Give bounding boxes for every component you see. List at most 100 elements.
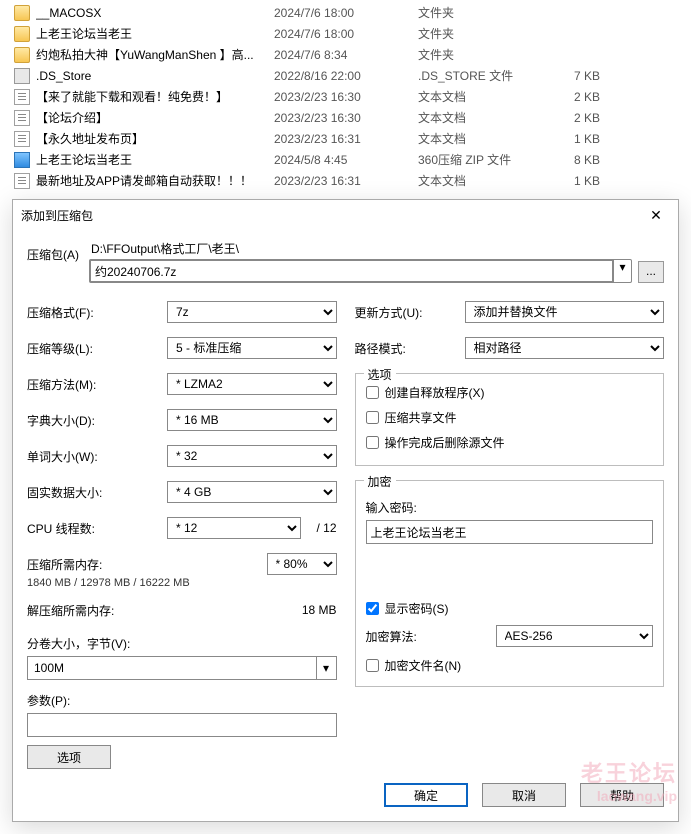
archive-dialog: 添加到压缩包 ✕ 压缩包(A) D:\FFOutput\格式工厂\老王\ ▾ .… <box>12 199 679 822</box>
file-row[interactable]: .DS_Store2022/8/16 22:00.DS_STORE 文件7 KB <box>0 65 691 86</box>
pathmode-select[interactable]: 相对路径 <box>465 337 665 359</box>
file-date: 2022/8/16 22:00 <box>274 69 418 83</box>
volume-label: 分卷大小，字节(V): <box>27 635 337 652</box>
file-type: 文件夹 <box>418 46 574 63</box>
file-date: 2023/2/23 16:31 <box>274 174 418 188</box>
format-select[interactable]: 7z <box>167 301 337 323</box>
method-label: 压缩方法(M): <box>27 376 167 393</box>
chevron-down-icon[interactable]: ▾ <box>613 260 631 282</box>
file-type: 文本文档 <box>418 172 574 189</box>
file-size: 2 KB <box>574 111 634 125</box>
word-select[interactable]: * 32 <box>167 445 337 467</box>
archive-file-input[interactable] <box>90 260 613 282</box>
file-date: 2024/7/6 18:00 <box>274 6 418 20</box>
solid-select[interactable]: * 4 GB <box>167 481 337 503</box>
file-date: 2024/5/8 4:45 <box>274 153 418 167</box>
params-label: 参数(P): <box>27 692 337 709</box>
chevron-down-icon[interactable]: ▾ <box>316 657 336 679</box>
txt-icon <box>14 173 30 189</box>
file-size: 8 KB <box>574 153 634 167</box>
shared-checkbox[interactable]: 压缩共享文件 <box>366 409 654 426</box>
word-label: 单词大小(W): <box>27 448 167 465</box>
archive-path: D:\FFOutput\格式工厂\老王\ <box>89 240 632 259</box>
volume-input[interactable] <box>28 657 316 679</box>
password-label: 输入密码: <box>366 499 654 516</box>
sfx-checkbox[interactable]: 创建自释放程序(X) <box>366 384 654 401</box>
cancel-button[interactable]: 取消 <box>482 783 566 807</box>
dialog-title: 添加到压缩包 <box>21 207 93 224</box>
file-date: 2024/7/6 8:34 <box>274 48 418 62</box>
file-name: 【论坛介绍】 <box>36 109 274 126</box>
txt-icon <box>14 110 30 126</box>
folder-icon <box>14 47 30 63</box>
mem-pct-select[interactable]: * 80% <box>267 553 337 575</box>
show-password-checkbox[interactable]: 显示密码(S) <box>366 600 654 617</box>
dict-select[interactable]: * 16 MB <box>167 409 337 431</box>
file-type: .DS_STORE 文件 <box>418 67 574 84</box>
level-label: 压缩等级(L): <box>27 340 167 357</box>
file-row[interactable]: 【永久地址发布页】2023/2/23 16:31文本文档1 KB <box>0 128 691 149</box>
file-size: 7 KB <box>574 69 634 83</box>
pathmode-label: 路径模式: <box>355 340 465 357</box>
solid-label: 固实数据大小: <box>27 484 167 501</box>
file-name: .DS_Store <box>36 69 274 83</box>
file-type: 360压缩 ZIP 文件 <box>418 151 574 168</box>
file-row[interactable]: 【来了就能下载和观看！纯免费！】2023/2/23 16:30文本文档2 KB <box>0 86 691 107</box>
file-row[interactable]: __MACOSX2024/7/6 18:00文件夹 <box>0 2 691 23</box>
file-size: 2 KB <box>574 90 634 104</box>
file-name: 【来了就能下载和观看！纯免费！】 <box>36 88 274 105</box>
ok-button[interactable]: 确定 <box>384 783 468 807</box>
delete-after-checkbox[interactable]: 操作完成后删除源文件 <box>366 434 654 451</box>
titlebar: 添加到压缩包 ✕ <box>13 200 678 230</box>
file-row[interactable]: 上老王论坛当老王2024/7/6 18:00文件夹 <box>0 23 691 44</box>
level-select[interactable]: 5 - 标准压缩 <box>167 337 337 359</box>
file-date: 2023/2/23 16:31 <box>274 132 418 146</box>
archive-label: 压缩包(A) <box>27 240 79 263</box>
options-group: 选项 创建自释放程序(X) 压缩共享文件 操作完成后删除源文件 <box>355 373 665 466</box>
file-row[interactable]: 最新地址及APP请发邮箱自动获取！！！2023/2/23 16:31文本文档1 … <box>0 170 691 191</box>
file-type: 文本文档 <box>418 109 574 126</box>
encrypt-names-checkbox[interactable]: 加密文件名(N) <box>366 657 654 674</box>
update-label: 更新方式(U): <box>355 304 465 321</box>
file-list: __MACOSX2024/7/6 18:00文件夹上老王论坛当老王2024/7/… <box>0 0 691 199</box>
file-name: 上老王论坛当老王 <box>36 25 274 42</box>
threads-label: CPU 线程数: <box>27 520 167 537</box>
password-input[interactable] <box>366 520 654 544</box>
file-type: 文件夹 <box>418 25 574 42</box>
file-type: 文本文档 <box>418 88 574 105</box>
method-select[interactable]: * LZMA2 <box>167 373 337 395</box>
folder-icon <box>14 5 30 21</box>
file-type: 文件夹 <box>418 4 574 21</box>
file-size: 1 KB <box>574 174 634 188</box>
txt-icon <box>14 89 30 105</box>
file-row[interactable]: 约炮私拍大神【YuWangManShen 】高...2024/7/6 8:34文… <box>0 44 691 65</box>
algo-select[interactable]: AES-256 <box>496 625 654 647</box>
txt-icon <box>14 131 30 147</box>
zip-icon <box>14 152 30 168</box>
update-select[interactable]: 添加并替换文件 <box>465 301 665 323</box>
help-button[interactable]: 帮助 <box>580 783 664 807</box>
file-type: 文本文档 <box>418 130 574 147</box>
algo-label: 加密算法: <box>366 628 496 645</box>
encryption-group-title: 加密 <box>364 473 396 490</box>
file-row[interactable]: 【论坛介绍】2023/2/23 16:30文本文档2 KB <box>0 107 691 128</box>
store-icon <box>14 68 30 84</box>
options-group-title: 选项 <box>364 366 396 383</box>
folder-icon <box>14 26 30 42</box>
dict-label: 字典大小(D): <box>27 412 167 429</box>
browse-button[interactable]: ... <box>638 261 664 283</box>
threads-select[interactable]: * 12 <box>167 517 301 539</box>
file-name: 最新地址及APP请发邮箱自动获取！！！ <box>36 172 274 189</box>
params-input[interactable] <box>27 713 337 737</box>
close-icon[interactable]: ✕ <box>634 201 678 229</box>
file-name: 约炮私拍大神【YuWangManShen 】高... <box>36 46 274 63</box>
format-label: 压缩格式(F): <box>27 304 167 321</box>
file-size: 1 KB <box>574 132 634 146</box>
options-button[interactable]: 选项 <box>27 745 111 769</box>
file-name: __MACOSX <box>36 6 274 20</box>
mem-d-value: 18 MB <box>277 603 337 617</box>
file-name: 上老王论坛当老王 <box>36 151 274 168</box>
file-date: 2023/2/23 16:30 <box>274 111 418 125</box>
threads-max: / 12 <box>305 521 337 535</box>
file-row[interactable]: 上老王论坛当老王2024/5/8 4:45360压缩 ZIP 文件8 KB <box>0 149 691 170</box>
